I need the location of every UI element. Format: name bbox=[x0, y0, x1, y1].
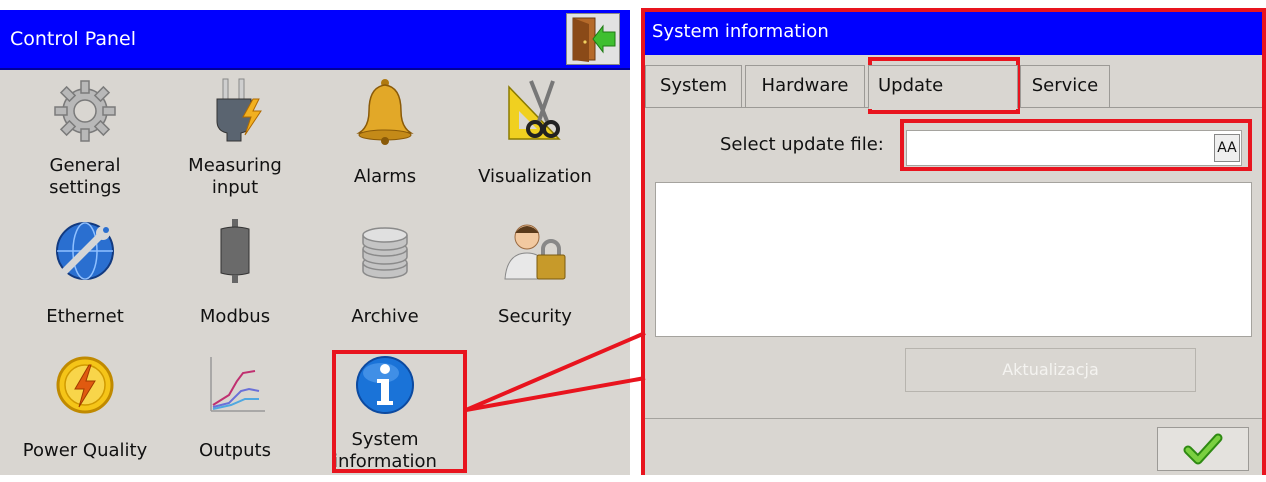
callout-lines bbox=[465, 331, 646, 412]
tab-update[interactable]: Update bbox=[868, 65, 1018, 109]
